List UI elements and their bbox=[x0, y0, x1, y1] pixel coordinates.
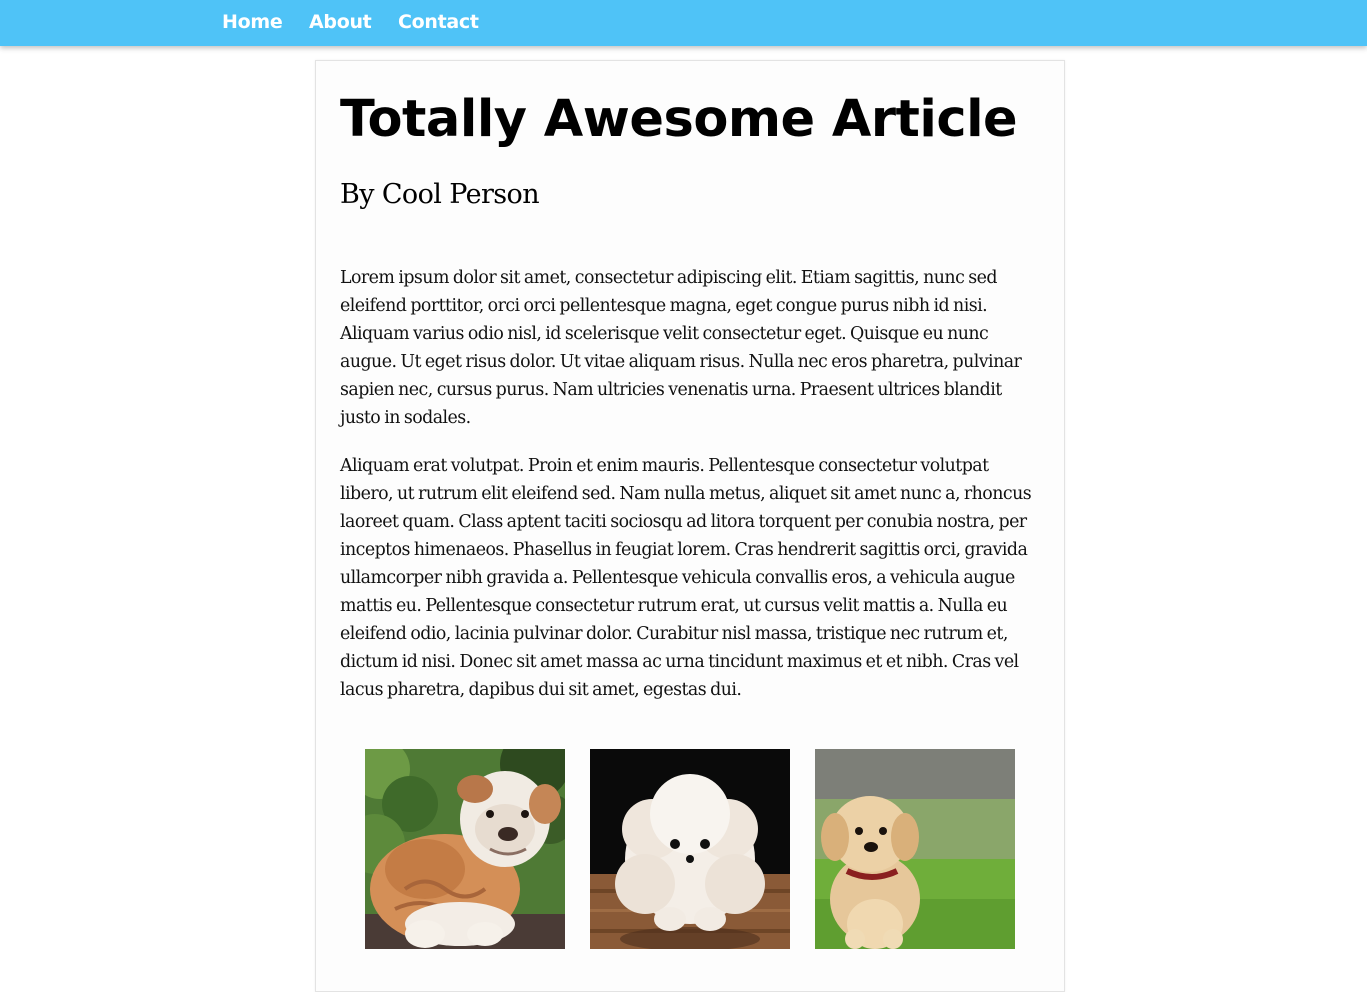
nav-link-contact[interactable]: Contact bbox=[398, 10, 479, 34]
article-paragraph: Lorem ipsum dolor sit amet, consectetur … bbox=[340, 268, 1022, 428]
article-card: Totally Awesome Article By Cool Person L… bbox=[315, 60, 1065, 992]
nav-link-home[interactable]: Home bbox=[222, 10, 283, 34]
article-title: Totally Awesome Article bbox=[340, 90, 1018, 149]
nav-link-about[interactable]: About bbox=[309, 10, 372, 34]
golden-retriever-puppy-image bbox=[815, 749, 1015, 949]
top-navigation-bar: Home About Contact bbox=[0, 0, 1367, 46]
pomeranian-puppy-image bbox=[590, 749, 790, 949]
bulldog-puppy-image bbox=[365, 749, 565, 949]
article-byline: By Cool Person bbox=[340, 179, 540, 210]
article-paragraph: Aliquam erat volutpat. Proin et enim mau… bbox=[340, 456, 1032, 700]
